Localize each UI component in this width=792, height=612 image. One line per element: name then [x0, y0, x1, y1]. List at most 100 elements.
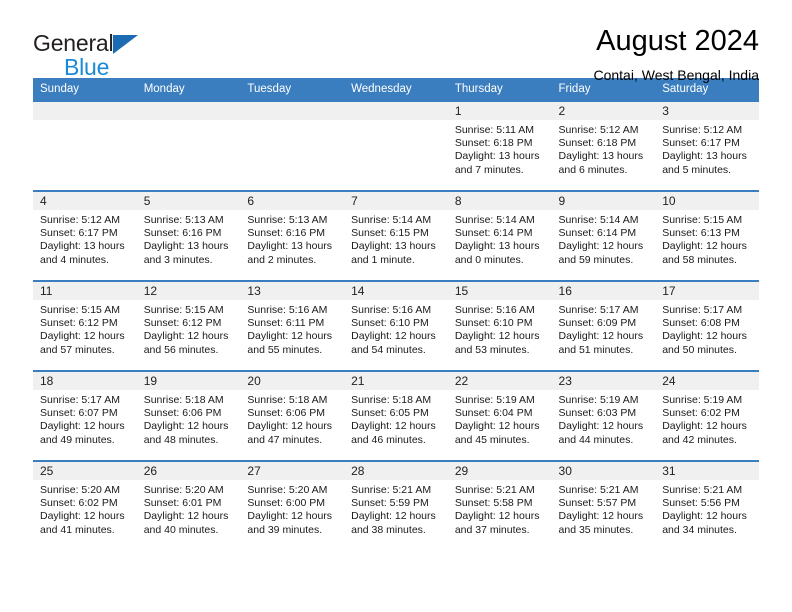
sunset-text: Sunset: 6:16 PM [143, 227, 222, 240]
week-row: 25 Sunrise: 5:20 AM Sunset: 6:02 PM Dayligh… [33, 460, 759, 551]
day-cell[interactable]: 29 Sunrise: 5:21 AM Sunset: 5:58 PM Dayligh… [447, 460, 552, 551]
sunset-text: Sunset: 5:59 PM [351, 497, 429, 510]
daylight-text: Daylight: 12 hours and 55 minutes. [247, 330, 333, 356]
sunrise-text: Sunrise: 5:18 AM [143, 394, 224, 406]
day-info: Sunrise: 5:18 AM Sunset: 6:06 PM Daylight:… [240, 390, 344, 447]
sunset-text: Sunset: 6:14 PM [454, 227, 533, 240]
day-info: Sunrise: 5:16 AM Sunset: 6:11 PM Daylight:… [240, 300, 344, 357]
day-cell[interactable]: 14 Sunrise: 5:16 AM Sunset: 6:10 PM Dayligh… [344, 280, 448, 371]
day-info: Sunrise: 5:15 AM Sunset: 6:12 PM Daylight:… [33, 300, 137, 357]
sunrise-text: Sunrise: 5:18 AM [351, 394, 432, 406]
day-cell-empty [33, 100, 137, 191]
sunrise-text: Sunrise: 5:16 AM [351, 304, 432, 316]
day-info: Sunrise: 5:13 AM Sunset: 6:16 PM Daylight:… [137, 210, 241, 267]
day-cell[interactable]: 2 Sunrise: 5:12 AM Sunset: 6:18 PM Daylight… [551, 100, 656, 191]
day-cell[interactable]: 21 Sunrise: 5:18 AM Sunset: 6:05 PM Dayligh… [344, 370, 448, 461]
triangle-icon [113, 35, 139, 54]
day-cell[interactable]: 5 Sunrise: 5:13 AM Sunset: 6:16 PM Daylight… [136, 190, 241, 281]
sunset-text: Sunset: 5:57 PM [558, 497, 637, 510]
sunset-text: Sunset: 6:16 PM [247, 227, 326, 240]
day-info: Sunrise: 5:12 AM Sunset: 6:17 PM Daylight:… [655, 120, 759, 177]
sunrise-text: Sunrise: 5:21 AM [662, 484, 743, 496]
sunrise-text: Sunrise: 5:19 AM [558, 394, 639, 406]
day-number: 17 [655, 282, 759, 300]
day-cell[interactable]: 18 Sunrise: 5:17 AM Sunset: 6:07 PM Dayligh… [33, 370, 137, 461]
day-cell[interactable]: 10 Sunrise: 5:15 AM Sunset: 6:13 PM Dayligh… [655, 190, 759, 281]
daylight-text: Daylight: 13 hours and 1 minute. [351, 240, 436, 266]
day-cell[interactable]: 15 Sunrise: 5:16 AM Sunset: 6:10 PM Dayligh… [447, 280, 552, 371]
sunset-text: Sunset: 6:17 PM [662, 137, 740, 150]
day-number: 29 [447, 462, 552, 480]
sunrise-text: Sunrise: 5:19 AM [662, 394, 743, 406]
logo-word-general: General [33, 30, 114, 56]
day-info: Sunrise: 5:17 AM Sunset: 6:07 PM Daylight:… [33, 390, 137, 447]
daylight-text: Daylight: 12 hours and 54 minutes. [351, 330, 436, 356]
daylight-text: Daylight: 13 hours and 4 minutes. [40, 240, 125, 266]
sunrise-text: Sunrise: 5:12 AM [558, 124, 639, 136]
day-number: 26 [136, 462, 241, 480]
day-cell[interactable]: 30 Sunrise: 5:21 AM Sunset: 5:57 PM Dayligh… [551, 460, 656, 551]
day-info: Sunrise: 5:16 AM Sunset: 6:10 PM Daylight:… [344, 300, 448, 357]
day-cell[interactable]: 24 Sunrise: 5:19 AM Sunset: 6:02 PM Dayligh… [655, 370, 759, 461]
day-number: 10 [655, 192, 759, 210]
page-header: General Blue August 2024 Contai, West Be… [0, 0, 792, 83]
day-cell[interactable]: 22 Sunrise: 5:19 AM Sunset: 6:04 PM Dayligh… [447, 370, 552, 461]
weekday-header-sunday: Sunday [33, 78, 137, 101]
day-cell[interactable]: 7 Sunrise: 5:14 AM Sunset: 6:15 PM Daylight… [344, 190, 448, 281]
day-number: 31 [655, 462, 759, 480]
daylight-text: Daylight: 13 hours and 0 minutes. [454, 240, 540, 266]
daylight-text: Daylight: 12 hours and 41 minutes. [40, 510, 125, 536]
day-number: 15 [447, 282, 552, 300]
sunrise-text: Sunrise: 5:15 AM [40, 304, 120, 316]
weekday-header-thursday: Thursday [447, 78, 552, 101]
sunrise-text: Sunrise: 5:14 AM [351, 214, 432, 226]
day-cell[interactable]: 23 Sunrise: 5:19 AM Sunset: 6:03 PM Dayligh… [551, 370, 656, 461]
sunset-text: Sunset: 5:58 PM [454, 497, 533, 510]
daylight-text: Daylight: 12 hours and 34 minutes. [662, 510, 747, 536]
day-cell[interactable]: 28 Sunrise: 5:21 AM Sunset: 5:59 PM Dayligh… [344, 460, 448, 551]
sunset-text: Sunset: 6:05 PM [351, 407, 429, 420]
sunset-text: Sunset: 6:18 PM [454, 137, 533, 150]
day-cell[interactable]: 6 Sunrise: 5:13 AM Sunset: 6:16 PM Daylight… [240, 190, 345, 281]
sunset-text: Sunset: 6:17 PM [40, 227, 118, 240]
day-cell[interactable]: 26 Sunrise: 5:20 AM Sunset: 6:01 PM Dayligh… [136, 460, 241, 551]
day-number: 9 [551, 192, 656, 210]
day-cell[interactable]: 31 Sunrise: 5:21 AM Sunset: 5:56 PM Dayligh… [655, 460, 759, 551]
daylight-text: Daylight: 13 hours and 3 minutes. [143, 240, 229, 266]
day-cell[interactable]: 25 Sunrise: 5:20 AM Sunset: 6:02 PM Dayligh… [33, 460, 137, 551]
general-blue-logo[interactable]: General Blue [33, 26, 139, 80]
daylight-text: Daylight: 12 hours and 37 minutes. [454, 510, 540, 536]
day-cell[interactable]: 20 Sunrise: 5:18 AM Sunset: 6:06 PM Dayligh… [240, 370, 345, 461]
day-cell[interactable]: 17 Sunrise: 5:17 AM Sunset: 6:08 PM Dayligh… [655, 280, 759, 371]
daylight-text: Daylight: 12 hours and 50 minutes. [662, 330, 747, 356]
day-cell[interactable]: 4 Sunrise: 5:12 AM Sunset: 6:17 PM Daylight… [33, 190, 137, 281]
day-info: Sunrise: 5:14 AM Sunset: 6:14 PM Daylight:… [448, 210, 552, 267]
day-cell[interactable]: 9 Sunrise: 5:14 AM Sunset: 6:14 PM Daylight… [551, 190, 656, 281]
day-cell[interactable]: 3 Sunrise: 5:12 AM Sunset: 6:17 PM Daylight… [655, 100, 759, 191]
logo-word-blue: Blue [64, 54, 110, 80]
sunset-text: Sunset: 6:08 PM [662, 317, 740, 330]
sunset-text: Sunset: 6:10 PM [454, 317, 533, 330]
day-info: Sunrise: 5:21 AM Sunset: 5:56 PM Daylight:… [655, 480, 759, 537]
day-info: Sunrise: 5:18 AM Sunset: 6:05 PM Daylight:… [344, 390, 448, 447]
sunrise-text: Sunrise: 5:16 AM [454, 304, 535, 316]
sunset-text: Sunset: 5:56 PM [662, 497, 740, 510]
day-number: 8 [447, 192, 552, 210]
day-info: Sunrise: 5:19 AM Sunset: 6:04 PM Daylight:… [448, 390, 552, 447]
day-cell[interactable]: 8 Sunrise: 5:14 AM Sunset: 6:14 PM Daylight… [447, 190, 552, 281]
day-cell[interactable]: 1 Sunrise: 5:11 AM Sunset: 6:18 PM Daylight… [447, 100, 552, 191]
day-cell[interactable]: 19 Sunrise: 5:18 AM Sunset: 6:06 PM Dayligh… [136, 370, 241, 461]
day-cell[interactable]: 16 Sunrise: 5:17 AM Sunset: 6:09 PM Dayligh… [551, 280, 656, 371]
sunset-text: Sunset: 6:11 PM [247, 317, 325, 330]
daylight-text: Daylight: 12 hours and 35 minutes. [558, 510, 644, 536]
sunrise-text: Sunrise: 5:21 AM [558, 484, 639, 496]
day-cell[interactable]: 27 Sunrise: 5:20 AM Sunset: 6:00 PM Dayligh… [240, 460, 345, 551]
day-number: 13 [240, 282, 345, 300]
day-cell[interactable]: 11 Sunrise: 5:15 AM Sunset: 6:12 PM Dayligh… [33, 280, 137, 371]
day-cell[interactable]: 13 Sunrise: 5:16 AM Sunset: 6:11 PM Dayligh… [240, 280, 345, 371]
sunset-text: Sunset: 6:03 PM [558, 407, 637, 420]
day-number: 6 [240, 192, 345, 210]
sunrise-text: Sunrise: 5:16 AM [247, 304, 328, 316]
sunrise-text: Sunrise: 5:21 AM [454, 484, 535, 496]
day-cell[interactable]: 12 Sunrise: 5:15 AM Sunset: 6:12 PM Dayligh… [136, 280, 241, 371]
